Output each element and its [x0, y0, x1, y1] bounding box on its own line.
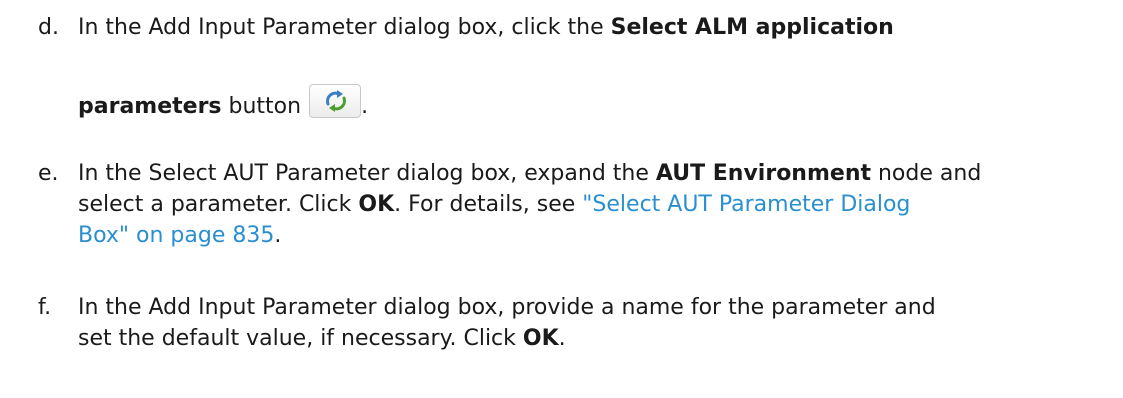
- ui-term-bold: OK: [358, 192, 395, 217]
- step-text: In the Add Input Parameter dialog box, c…: [78, 15, 611, 40]
- step-f-line-1: In the Add Input Parameter dialog box, p…: [78, 292, 936, 324]
- ui-term-bold: OK: [522, 326, 559, 351]
- step-text: .: [361, 94, 369, 119]
- step-text: select a parameter. Click: [78, 192, 359, 217]
- step-marker: d.: [38, 15, 59, 40]
- step-marker: e.: [38, 161, 59, 186]
- cross-reference-link[interactable]: Box" on page 835: [78, 223, 274, 248]
- step-text: node and: [871, 161, 982, 186]
- step-d-line-1: In the Add Input Parameter dialog box, c…: [78, 12, 894, 44]
- step-text: .: [558, 326, 566, 351]
- select-alm-parameters-button[interactable]: [309, 84, 362, 118]
- refresh-parameters-icon: [326, 90, 347, 112]
- step-e-line-2: select a parameter. Click OK. For detail…: [78, 189, 910, 221]
- ui-term-bold: Select ALM application: [610, 15, 894, 40]
- document-page: d. In the Add Input Parameter dialog box…: [0, 0, 1123, 398]
- step-text: In the Select AUT Parameter dialog box, …: [78, 161, 656, 186]
- step-e-line-1: In the Select AUT Parameter dialog box, …: [78, 158, 981, 190]
- step-f-line-2: set the default value, if necessary. Cli…: [78, 323, 566, 355]
- step-text: In the Add Input Parameter dialog box, p…: [78, 295, 936, 320]
- step-text: button: [221, 94, 302, 119]
- ui-term-bold: AUT Environment: [655, 161, 871, 186]
- cross-reference-link[interactable]: "Select AUT Parameter Dialog: [582, 192, 910, 217]
- step-text: .: [274, 223, 282, 248]
- step-e-line-3: Box" on page 835.: [78, 220, 281, 252]
- step-marker: f.: [38, 295, 52, 320]
- step-text: . For details, see: [394, 192, 583, 217]
- step-text: set the default value, if necessary. Cli…: [78, 326, 523, 351]
- step-d-line-2: parameters button .: [78, 84, 368, 123]
- ui-term-bold: parameters: [78, 94, 222, 119]
